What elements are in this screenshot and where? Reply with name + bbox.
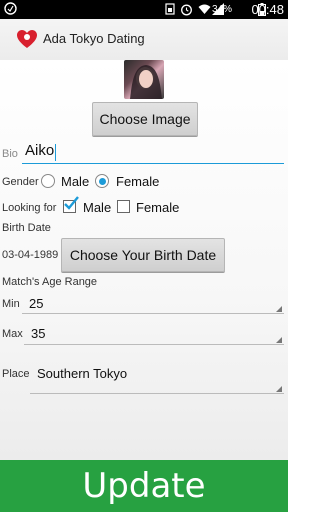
bio-label: Bio xyxy=(2,148,18,160)
heart-logo-icon xyxy=(15,27,39,51)
min-age-label: Min xyxy=(2,298,20,310)
birth-date-value: 03-04-1989 xyxy=(2,249,59,261)
choose-birth-date-button[interactable]: Choose Your Birth Date xyxy=(61,238,225,272)
looking-male-checkbox[interactable] xyxy=(63,196,79,213)
battery-percent: 34% xyxy=(211,4,232,15)
update-button[interactable]: Update xyxy=(0,460,288,512)
action-bar: Ada Tokyo Dating xyxy=(0,19,288,61)
looking-male-label[interactable]: Male xyxy=(83,200,111,215)
gender-female-radio[interactable] xyxy=(95,174,109,188)
text-cursor xyxy=(55,144,56,161)
max-age-dropdown-icon[interactable] xyxy=(276,337,282,343)
place-underline xyxy=(30,393,284,394)
max-age-label: Max xyxy=(2,328,23,340)
looking-female-checkbox[interactable] xyxy=(117,200,130,213)
gender-male-label[interactable]: Male xyxy=(61,174,89,189)
min-age-spinner[interactable]: 25 xyxy=(29,296,43,311)
profile-photo[interactable] xyxy=(124,60,164,99)
place-label: Place xyxy=(2,368,30,380)
check-icon xyxy=(64,196,79,210)
bio-input[interactable]: Aiko xyxy=(25,142,54,159)
alarm-icon xyxy=(180,3,193,19)
whatsapp-icon xyxy=(4,2,17,18)
wifi-icon xyxy=(198,3,211,18)
app-title: Ada Tokyo Dating xyxy=(43,31,145,46)
gender-label: Gender xyxy=(2,176,39,188)
profile-form: Choose Image Bio Aiko Gender Male Female… xyxy=(0,60,288,460)
looking-female-label[interactable]: Female xyxy=(136,200,179,215)
clock: 00:48 xyxy=(251,2,284,17)
min-age-dropdown-icon[interactable] xyxy=(276,306,282,312)
looking-for-label: Looking for xyxy=(2,202,57,214)
place-dropdown-icon[interactable] xyxy=(276,386,282,392)
sim-icon xyxy=(164,3,176,18)
bio-underline xyxy=(22,163,284,164)
place-spinner[interactable]: Southern Tokyo xyxy=(37,366,127,381)
status-bar: 34% 00:48 xyxy=(0,0,288,19)
age-range-label: Match's Age Range xyxy=(2,276,98,288)
max-age-underline xyxy=(24,344,284,345)
gender-male-radio[interactable] xyxy=(41,174,55,188)
gender-female-label[interactable]: Female xyxy=(116,174,159,189)
choose-image-button[interactable]: Choose Image xyxy=(92,102,198,136)
min-age-underline xyxy=(22,313,284,314)
birth-date-label: Birth Date xyxy=(2,222,51,234)
max-age-spinner[interactable]: 35 xyxy=(31,326,45,341)
